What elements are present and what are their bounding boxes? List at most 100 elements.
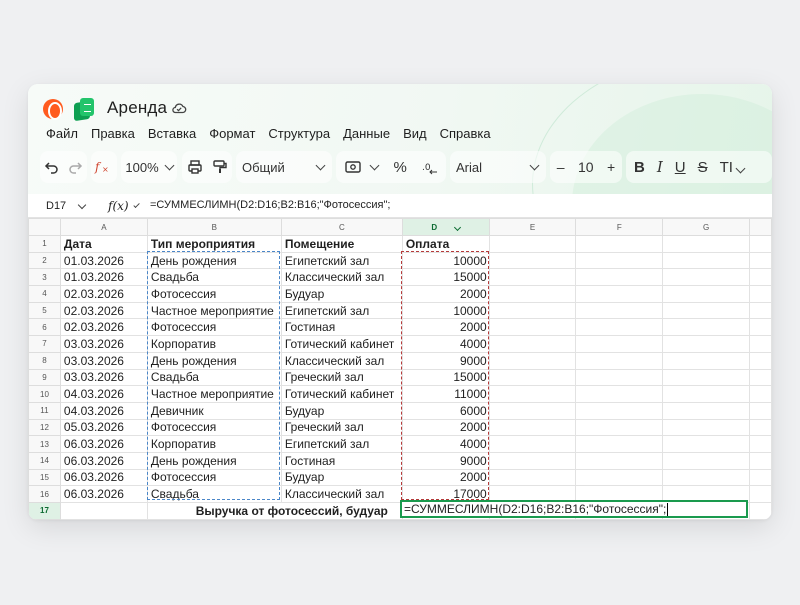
empty-cell[interactable]	[662, 418, 750, 437]
empty-cell[interactable]	[749, 418, 772, 437]
font-size-increase-button[interactable]: +	[607, 159, 615, 175]
menu-edit[interactable]: Правка	[91, 126, 135, 144]
empty-cell[interactable]	[749, 335, 772, 353]
date-cell[interactable]: 03.03.2026	[59, 335, 148, 353]
empty-cell[interactable]	[662, 385, 750, 403]
room-cell[interactable]: Греческий зал	[280, 418, 403, 437]
empty-cell[interactable]	[488, 235, 577, 253]
row-header[interactable]: 4	[28, 285, 61, 303]
currency-format-icon[interactable]	[344, 159, 362, 175]
menu-data[interactable]: Данные	[343, 126, 390, 144]
empty-cell[interactable]	[662, 285, 750, 303]
empty-cell[interactable]	[662, 235, 750, 253]
redo-icon[interactable]	[67, 159, 83, 175]
column-header-e[interactable]: E	[488, 218, 577, 236]
empty-cell[interactable]	[575, 468, 664, 487]
room-cell[interactable]: Классический зал	[280, 268, 403, 287]
row-header[interactable]: 6	[28, 318, 61, 337]
document-title[interactable]: Аренда	[107, 98, 167, 118]
room-cell[interactable]: Гостиная	[280, 451, 403, 470]
paint-format-icon[interactable]	[212, 159, 228, 175]
empty-cell[interactable]	[662, 368, 750, 387]
active-cell-editor[interactable]: =СУММЕСЛИМН(D2:D16;B2:B16;"Фотосессия";	[400, 500, 748, 518]
empty-cell[interactable]	[749, 318, 772, 337]
empty-cell[interactable]	[575, 251, 664, 270]
empty-cell[interactable]	[488, 435, 577, 453]
empty-cell[interactable]	[749, 485, 772, 503]
empty-cell[interactable]	[575, 435, 664, 453]
menu-format[interactable]: Формат	[209, 126, 255, 144]
room-cell[interactable]: Египетский зал	[280, 251, 403, 270]
room-cell[interactable]: Гостиная	[280, 318, 403, 337]
date-cell[interactable]: 05.03.2026	[59, 418, 148, 437]
empty-cell[interactable]	[749, 351, 772, 370]
menu-structure[interactable]: Структура	[268, 126, 330, 144]
empty-cell[interactable]	[749, 301, 772, 320]
strikethrough-button[interactable]: S	[698, 159, 708, 176]
menu-file[interactable]: Файл	[46, 126, 78, 144]
empty-cell[interactable]	[749, 385, 772, 403]
empty-cell[interactable]	[749, 401, 772, 420]
select-all-corner[interactable]	[28, 218, 61, 236]
row-header[interactable]: 7	[28, 335, 61, 353]
date-cell[interactable]: 06.03.2026	[59, 468, 148, 487]
empty-cell[interactable]	[662, 451, 750, 470]
bold-button[interactable]: B	[634, 159, 645, 176]
header-cell[interactable]: Тип мероприятия	[146, 235, 282, 253]
date-cell[interactable]: 04.03.2026	[59, 385, 148, 403]
row-header[interactable]: 3	[28, 268, 61, 287]
row-header[interactable]: 1	[28, 235, 61, 253]
percent-format-icon[interactable]: %	[394, 159, 407, 176]
empty-cell[interactable]	[575, 268, 664, 287]
empty-cell[interactable]	[749, 435, 772, 453]
date-cell[interactable]: 04.03.2026	[59, 401, 148, 420]
empty-cell[interactable]	[749, 268, 772, 287]
empty-cell[interactable]	[662, 318, 750, 337]
menu-help[interactable]: Справка	[440, 126, 491, 144]
empty-cell[interactable]	[662, 301, 750, 320]
font-size-decrease-button[interactable]: –	[557, 159, 565, 175]
date-cell[interactable]: 06.03.2026	[59, 451, 148, 470]
room-cell[interactable]: Классический зал	[280, 351, 403, 370]
row-header[interactable]: 8	[28, 351, 61, 370]
empty-cell[interactable]	[749, 235, 772, 253]
cell-name-box[interactable]: D17	[38, 198, 94, 214]
row-header[interactable]: 12	[28, 418, 61, 437]
row-header[interactable]: 9	[28, 368, 61, 387]
header-cell[interactable]: Дата	[59, 235, 148, 253]
date-cell[interactable]: 02.03.2026	[59, 318, 148, 337]
empty-cell[interactable]	[575, 451, 664, 470]
empty-cell[interactable]	[575, 335, 664, 353]
empty-cell[interactable]	[575, 385, 664, 403]
date-cell[interactable]: 03.03.2026	[59, 368, 148, 387]
empty-cell[interactable]	[488, 268, 577, 287]
empty-cell[interactable]	[749, 451, 772, 470]
date-cell[interactable]: 02.03.2026	[59, 285, 148, 303]
room-cell[interactable]: Будуар	[280, 401, 403, 420]
empty-cell[interactable]	[749, 502, 772, 520]
function-button[interactable]: f ×	[91, 151, 117, 183]
room-cell[interactable]: Классический зал	[280, 485, 403, 503]
room-cell[interactable]: Будуар	[280, 468, 403, 487]
text-size-button[interactable]: TI	[720, 159, 746, 176]
room-cell[interactable]: Будуар	[280, 285, 403, 303]
formula-input[interactable]: =СУММЕСЛИМН(D2:D16;B2:B16;"Фотосессия";	[150, 199, 390, 211]
empty-cell[interactable]	[488, 468, 577, 487]
row-header[interactable]: 10	[28, 385, 61, 403]
function-menu-button[interactable]: f(x)	[108, 197, 140, 215]
column-menu-chevron-icon[interactable]	[454, 223, 462, 231]
empty-cell[interactable]	[575, 285, 664, 303]
empty-cell[interactable]	[749, 368, 772, 387]
suite-logo-icon[interactable]	[43, 99, 63, 120]
date-cell[interactable]: 06.03.2026	[59, 435, 148, 453]
summary-label-cell[interactable]: Выручка от фотосессий, будуар	[146, 502, 403, 520]
empty-cell[interactable]	[575, 235, 664, 253]
row-header[interactable]: 15	[28, 468, 61, 487]
empty-cell[interactable]	[749, 285, 772, 303]
empty-cell[interactable]	[488, 301, 577, 320]
empty-cell[interactable]	[575, 401, 664, 420]
header-cell[interactable]: Помещение	[280, 235, 403, 253]
empty-cell[interactable]	[488, 418, 577, 437]
print-icon[interactable]	[187, 159, 203, 175]
menu-view[interactable]: Вид	[403, 126, 427, 144]
